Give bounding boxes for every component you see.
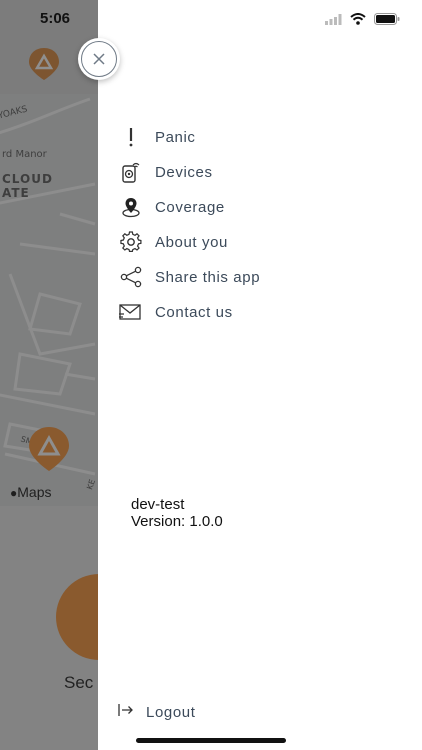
menu-item-coverage[interactable]: Coverage <box>118 192 378 222</box>
menu-item-devices[interactable]: Devices <box>118 157 378 187</box>
menu-label-about-you: About you <box>155 233 228 251</box>
menu-label-panic: Panic <box>155 128 196 146</box>
logout-button[interactable]: Logout <box>118 703 195 722</box>
menu-item-share[interactable]: Share this app <box>118 262 378 292</box>
status-icons <box>325 12 400 30</box>
exclamation-icon <box>118 124 144 150</box>
menu-label-share: Share this app <box>155 268 261 286</box>
app-version-info: dev-test Version: 1.0.0 <box>131 496 223 530</box>
close-icon <box>93 53 105 65</box>
wifi-icon <box>350 12 366 30</box>
environment-label: dev-test <box>131 496 185 513</box>
map-label-manor: rd Manor <box>2 149 47 160</box>
mail-icon <box>118 299 144 325</box>
status-time: 5:06 <box>40 10 71 27</box>
menu-label-devices: Devices <box>155 163 213 181</box>
secure-button-label: Sec <box>64 673 94 692</box>
signal-icon <box>325 12 342 30</box>
menu-label-contact: Contact us <box>155 303 233 321</box>
devices-icon <box>118 159 144 185</box>
home-indicator <box>136 738 286 743</box>
gear-icon <box>118 229 144 255</box>
battery-icon <box>374 12 400 30</box>
navigation-drawer: Panic Devices Coverage About you Share t <box>78 0 422 750</box>
share-icon <box>118 264 144 290</box>
app-logo-icon <box>29 48 59 80</box>
menu-item-panic[interactable]: Panic <box>118 122 378 152</box>
version-label: Version: 1.0.0 <box>131 513 223 530</box>
logout-icon <box>118 703 134 722</box>
map-label-ate: ATE <box>2 186 30 200</box>
close-ring <box>81 41 117 77</box>
menu-item-about-you[interactable]: About you <box>118 227 378 257</box>
close-drawer-button[interactable] <box>78 38 120 80</box>
menu-item-contact[interactable]: Contact us <box>118 297 378 327</box>
location-pin-icon <box>118 194 144 220</box>
map-location-pin-icon <box>29 427 69 471</box>
map-label-cloud: CLOUD <box>2 172 53 186</box>
maps-attribution: ●Maps <box>10 484 52 500</box>
menu-label-coverage: Coverage <box>155 198 225 216</box>
logout-label: Logout <box>146 704 196 721</box>
